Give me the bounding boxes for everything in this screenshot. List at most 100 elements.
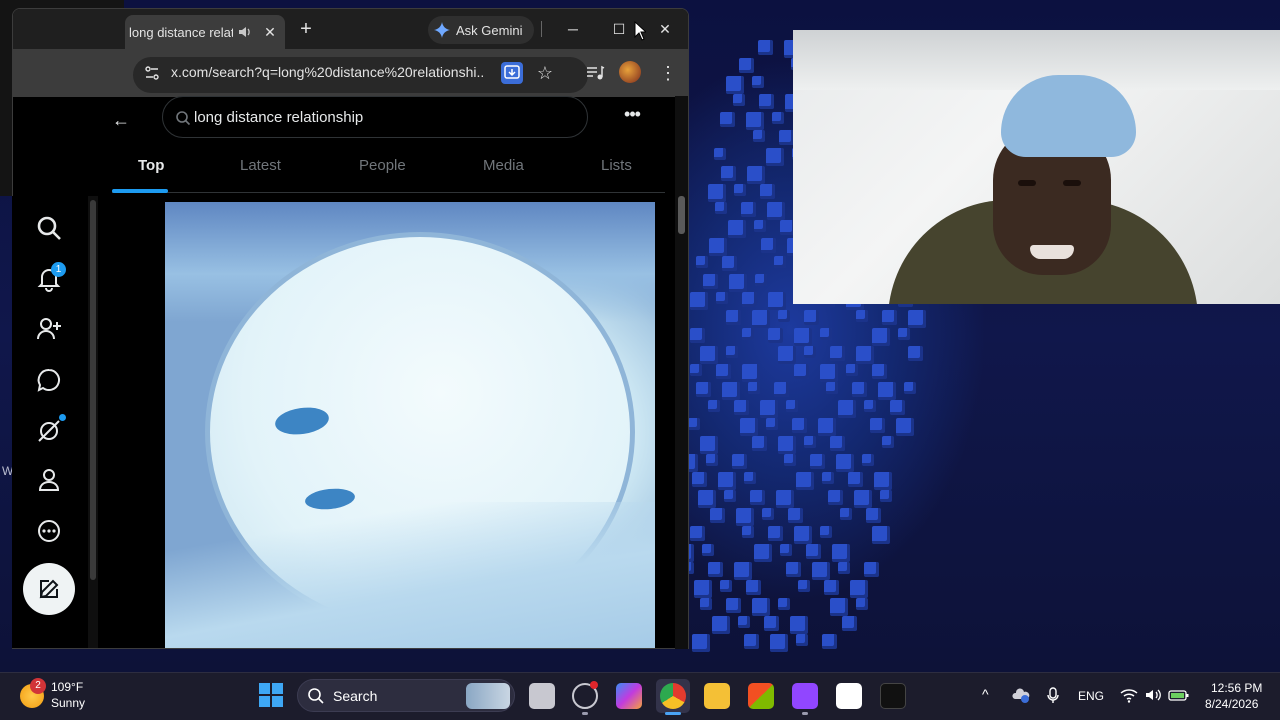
more-options-icon[interactable]: ••• — [622, 104, 642, 124]
wallpaper-cube — [830, 436, 845, 451]
more-icon[interactable] — [36, 518, 62, 544]
capcut-icon[interactable] — [836, 683, 862, 709]
recording-dot — [590, 681, 598, 689]
wallpaper-cube — [804, 346, 816, 358]
post-media-image[interactable] — [165, 202, 655, 648]
close-window-button[interactable]: ✕ — [655, 19, 675, 39]
compose-post-button[interactable] — [23, 563, 75, 615]
wallpaper-cube — [703, 274, 718, 289]
site-info-icon[interactable] — [143, 64, 161, 82]
tab-audio-icon[interactable] — [237, 24, 253, 40]
wallpaper-cube — [798, 580, 810, 592]
x-search-query[interactable]: long distance relationship — [194, 109, 363, 126]
search-icon[interactable] — [36, 215, 62, 241]
wallpaper-cube — [768, 328, 783, 343]
weather-temperature[interactable]: 109°F — [51, 680, 83, 694]
bookmark-star-icon[interactable]: ☆ — [535, 63, 555, 83]
wallpaper-cube — [828, 490, 843, 505]
tab-top[interactable]: Top — [138, 157, 164, 174]
wallpaper-cube — [822, 472, 834, 484]
page-scrollbar[interactable] — [675, 96, 688, 649]
wallpaper-cube — [890, 400, 905, 415]
grok-notification-dot — [59, 414, 66, 421]
tab-people[interactable]: People — [359, 157, 406, 174]
wallpaper-cube — [716, 364, 731, 379]
back-arrow-icon[interactable]: ← — [112, 110, 132, 130]
wallpaper-cube — [726, 598, 741, 613]
volume-icon[interactable] — [1144, 686, 1162, 704]
wallpaper-cube — [754, 220, 766, 232]
wallpaper-cube — [746, 580, 761, 595]
profile-avatar[interactable] — [619, 61, 641, 83]
wallpaper-cube — [830, 346, 845, 361]
browser-menu-icon[interactable]: ⋮ — [659, 63, 677, 83]
wallpaper-cube — [820, 328, 832, 340]
mouse-cursor-icon — [634, 21, 646, 41]
wallpaper-cube — [850, 580, 868, 598]
tab-latest[interactable]: Latest — [240, 157, 281, 174]
wallpaper-cube — [768, 292, 786, 310]
wallpaper-cube — [742, 328, 754, 340]
minimize-button[interactable]: ─ — [563, 19, 583, 39]
follow-icon[interactable] — [36, 316, 62, 342]
wallpaper-cube — [842, 616, 857, 631]
file-explorer-icon[interactable] — [704, 683, 730, 709]
wallpaper-cube — [794, 364, 809, 379]
wallpaper-cube — [824, 580, 839, 595]
browser-tab-active[interactable]: long distance relationship ✕ — [125, 15, 285, 49]
taskbar-clock-date[interactable]: 8/24/2026 — [1205, 697, 1258, 711]
wallpaper-cube — [818, 418, 836, 436]
weather-condition[interactable]: Sunny — [51, 696, 85, 710]
wallpaper-cube — [810, 454, 825, 469]
tab-close-icon[interactable]: ✕ — [263, 25, 277, 39]
taskbar-clock-time[interactable]: 12:56 PM — [1211, 681, 1262, 695]
install-app-icon[interactable] — [501, 62, 523, 84]
wallpaper-cube — [822, 634, 837, 649]
tab-media[interactable]: Media — [483, 157, 524, 174]
wallpaper-cube — [826, 382, 838, 394]
tab-lists[interactable]: Lists — [601, 157, 632, 174]
media-controls-icon[interactable] — [585, 64, 605, 82]
new-tab-button[interactable]: + — [295, 18, 317, 40]
maximize-button[interactable]: ☐ — [609, 19, 629, 39]
wallpaper-cube — [708, 562, 723, 577]
tiktok-icon[interactable] — [880, 683, 906, 709]
nav-scrollbar-thumb[interactable] — [90, 200, 96, 580]
onedrive-icon[interactable] — [1012, 686, 1030, 704]
wallpaper-cube — [710, 508, 725, 523]
wallpaper-cube — [733, 94, 745, 106]
wallpaper-cube — [838, 562, 850, 574]
chrome-icon[interactable] — [660, 683, 686, 709]
microphone-icon[interactable] — [1044, 686, 1062, 704]
wallpaper-cube — [708, 184, 726, 202]
ask-gemini-button[interactable]: Ask Gemini — [428, 16, 534, 44]
wallpaper-cube — [709, 238, 727, 256]
page-scrollbar-thumb[interactable] — [678, 196, 685, 234]
wallpaper-cube — [747, 166, 765, 184]
twitch-icon[interactable] — [792, 683, 818, 709]
wallpaper-cube — [700, 436, 718, 454]
wifi-icon[interactable] — [1120, 686, 1138, 704]
wallpaper-cube — [729, 274, 747, 292]
wallpaper-cube — [778, 346, 796, 364]
task-view-icon[interactable] — [529, 683, 555, 709]
wallpaper-cube — [796, 634, 808, 646]
wallpaper-cube — [768, 526, 783, 541]
copilot-icon[interactable] — [616, 683, 642, 709]
wallpaper-cube — [764, 616, 779, 631]
grok-icon[interactable] — [36, 418, 62, 444]
wallpaper-cube — [806, 544, 821, 559]
battery-charging-icon[interactable] — [1168, 686, 1190, 704]
profile-icon[interactable] — [36, 467, 62, 493]
wallpaper-cube — [830, 598, 848, 616]
microsoft-store-icon[interactable] — [748, 683, 774, 709]
tabbar-separator — [541, 21, 542, 37]
wallpaper-cube — [742, 364, 760, 382]
messages-icon[interactable] — [36, 367, 62, 393]
wallpaper-cube — [702, 544, 714, 556]
show-hidden-icons-icon[interactable]: ^ — [982, 686, 989, 702]
windows-start-icon[interactable] — [259, 683, 283, 707]
address-url[interactable]: x.com/search?q=long%20distance%20relatio… — [171, 64, 483, 80]
wallpaper-cube — [786, 400, 798, 412]
language-indicator[interactable]: ENG — [1078, 689, 1104, 703]
